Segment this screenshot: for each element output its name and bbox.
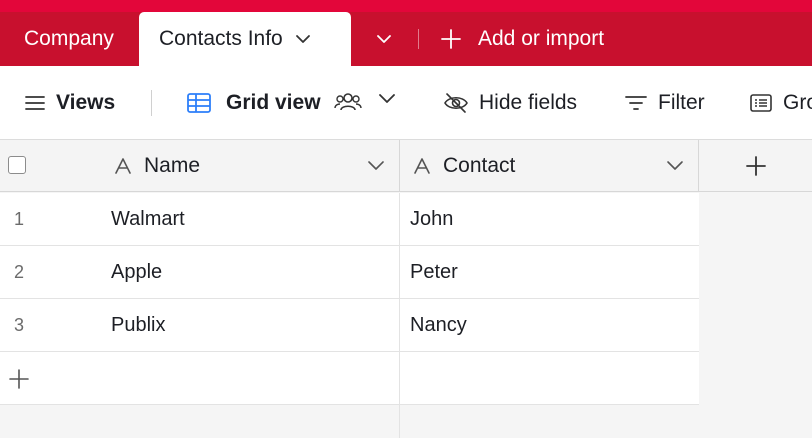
- text-field-icon: [115, 158, 131, 174]
- chevron-down-icon[interactable]: [378, 92, 396, 104]
- text-field-icon: [414, 158, 430, 174]
- table-row[interactable]: 2 Apple Peter: [0, 246, 699, 299]
- column-name-label: Name: [144, 154, 201, 177]
- cell-divider: [399, 299, 400, 352]
- plus-icon: [9, 369, 29, 389]
- cell-divider: [399, 352, 400, 405]
- row-number: 2: [14, 262, 25, 282]
- select-all-checkbox[interactable]: [8, 156, 26, 174]
- cell-name[interactable]: Walmart: [111, 193, 185, 246]
- cell-divider: [399, 246, 400, 299]
- cell-divider: [399, 193, 400, 246]
- add-or-import-label: Add or import: [478, 27, 605, 50]
- base-tab-bar: Company Contacts Info Add or import: [0, 0, 812, 66]
- tab-contacts-info-label: Contacts Info: [159, 27, 283, 50]
- data-grid: Name Contact 1 Walmart John 2 Apple Pete…: [0, 140, 812, 438]
- cell-contact[interactable]: John: [410, 193, 453, 246]
- table-row[interactable]: 1 Walmart John: [0, 193, 699, 246]
- tab-company[interactable]: Company: [0, 12, 137, 66]
- column-contact-label: Contact: [443, 154, 516, 177]
- grid-icon: [187, 92, 211, 113]
- eye-off-icon: [444, 92, 468, 113]
- grid-view-label: Grid view: [226, 90, 321, 114]
- group-label: Gro: [783, 90, 812, 114]
- collaborators-icon[interactable]: [334, 90, 362, 114]
- tab-divider: [418, 29, 419, 49]
- row-number: 3: [14, 315, 25, 335]
- filter-icon: [625, 95, 647, 110]
- hide-fields-label: Hide fields: [479, 90, 578, 114]
- grid-view-button[interactable]: Grid view: [186, 66, 321, 139]
- view-toolbar: Views Grid view Hide fields Filter Gro: [0, 66, 812, 140]
- table-row[interactable]: 3 Publix Nancy: [0, 299, 699, 352]
- add-or-import-button[interactable]: Add or import: [440, 22, 604, 56]
- plus-icon: [745, 155, 766, 176]
- views-label: Views: [56, 90, 116, 114]
- add-record-row[interactable]: [0, 352, 699, 405]
- group-button[interactable]: Gro: [749, 66, 812, 139]
- more-tables-button[interactable]: [366, 22, 402, 56]
- hide-fields-button[interactable]: Hide fields: [443, 66, 577, 139]
- top-strip: [0, 0, 812, 12]
- tab-company-label: Company: [24, 27, 114, 50]
- cell-contact[interactable]: Nancy: [410, 299, 467, 352]
- plus-icon: [441, 29, 461, 49]
- chevron-down-icon[interactable]: [295, 34, 311, 44]
- column-divider: [399, 405, 400, 438]
- cell-contact[interactable]: Peter: [410, 246, 458, 299]
- group-icon: [750, 93, 772, 112]
- cell-name[interactable]: Publix: [111, 299, 165, 352]
- chevron-down-icon[interactable]: [666, 159, 684, 171]
- filter-button[interactable]: Filter: [624, 66, 705, 139]
- views-button[interactable]: Views: [24, 66, 115, 139]
- chevron-down-icon[interactable]: [367, 159, 385, 171]
- chevron-down-icon: [377, 35, 391, 43]
- add-field-button[interactable]: [699, 140, 812, 192]
- column-header-name[interactable]: Name: [0, 140, 400, 192]
- cell-name[interactable]: Apple: [111, 246, 162, 299]
- row-number: 1: [14, 209, 25, 229]
- toolbar-divider: [151, 90, 152, 116]
- column-header-contact[interactable]: Contact: [400, 140, 699, 192]
- tab-contacts-info[interactable]: Contacts Info: [139, 12, 351, 66]
- menu-icon: [25, 95, 45, 110]
- filter-label: Filter: [658, 90, 705, 114]
